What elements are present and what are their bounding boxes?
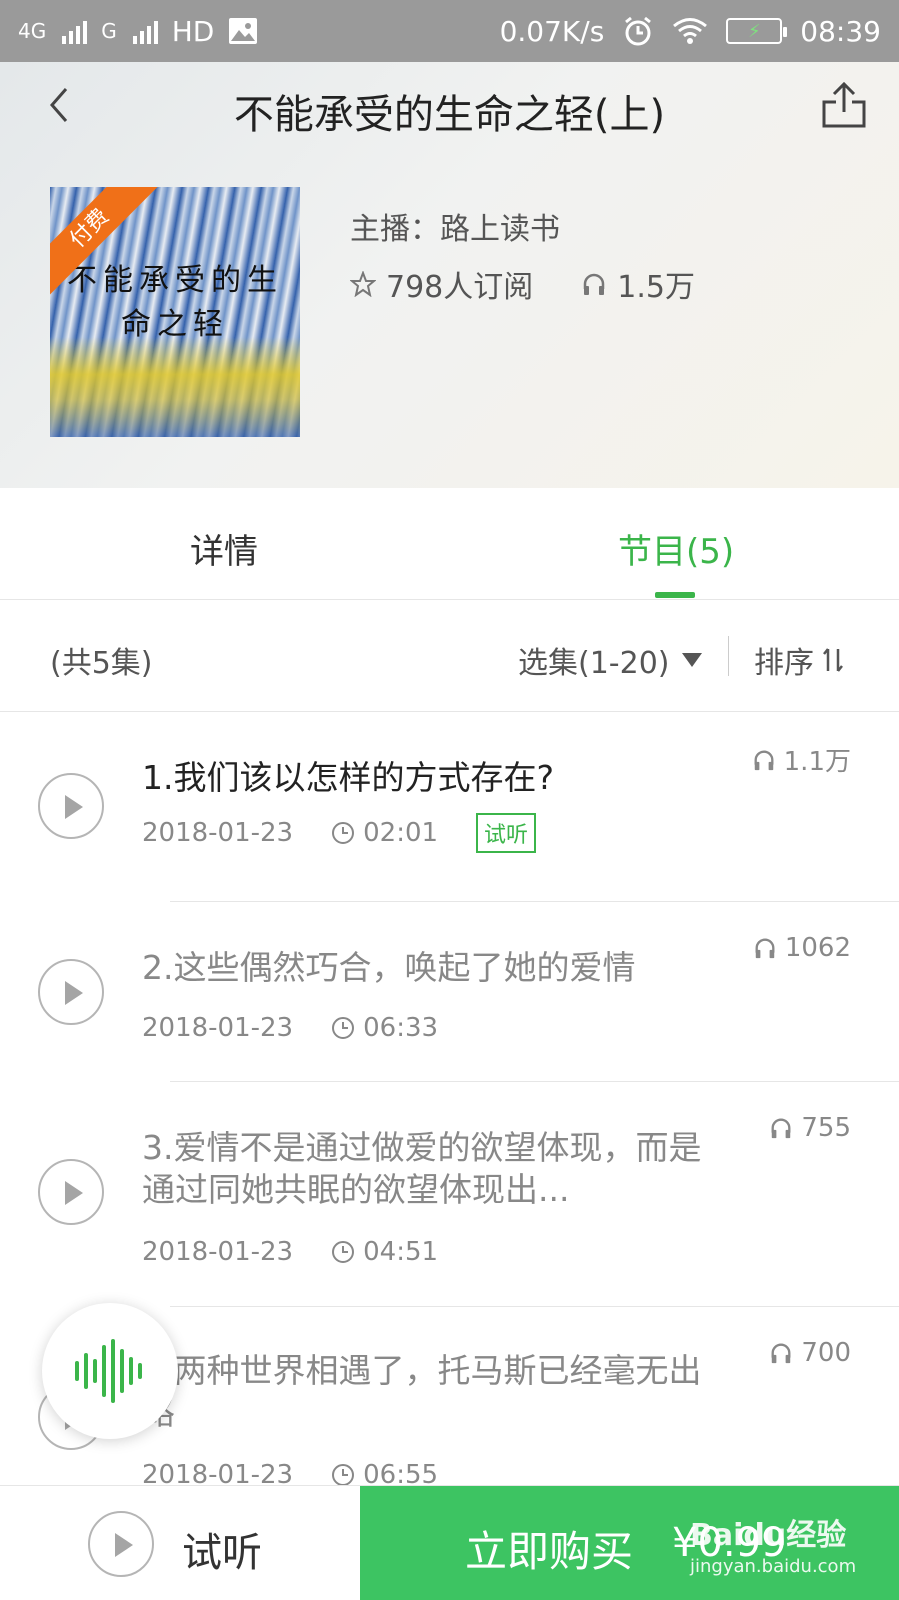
episode-duration: 06:55	[363, 1460, 439, 1485]
divider	[170, 1306, 899, 1307]
trial-badge: 试听	[476, 813, 537, 853]
episode-plays: 755	[769, 1113, 851, 1143]
dropdown-caret-icon	[681, 653, 702, 667]
episode-meta: 2018-01-23 06:55	[142, 1460, 438, 1485]
episode-range-label: 选集(1-20)	[518, 646, 670, 681]
share-icon[interactable]	[820, 80, 868, 130]
episode-total: (共5集)	[50, 646, 153, 681]
paid-badge: 付费	[50, 187, 170, 307]
watermark-url: jingyan.baidu.com	[690, 1556, 857, 1577]
status-bar: 4G G HD 0.07K/s ⚡ 08:39	[0, 0, 899, 62]
signal-icon-2	[132, 18, 158, 44]
play-icon[interactable]	[38, 1159, 104, 1225]
episode-title: 1.我们该以怎样的方式存在?	[142, 758, 555, 797]
headphones-icon	[755, 938, 775, 959]
battery-icon: ⚡	[726, 18, 788, 44]
star-icon	[350, 271, 376, 297]
episode-range-select[interactable]: 选集(1-20)	[518, 638, 702, 682]
episode-duration: 02:01	[363, 818, 439, 848]
episode-date: 2018-01-23	[142, 818, 294, 848]
anchor-name: 主播：路上读书	[350, 212, 560, 247]
trial-listen-button[interactable]: 试听	[0, 1486, 360, 1600]
signal-icon	[62, 18, 88, 44]
sort-label: 排序	[754, 646, 814, 681]
network-label-2: G	[101, 19, 117, 43]
image-icon	[229, 18, 258, 44]
headphones-icon	[771, 1118, 791, 1139]
active-tab-indicator	[655, 592, 695, 598]
net-speed: 0.07K/s	[499, 14, 605, 48]
play-icon[interactable]	[38, 959, 104, 1025]
headphones-icon	[771, 1343, 791, 1364]
episode-plays: 1062	[753, 933, 851, 963]
filter-bar: (共5集) 选集(1-20) 排序	[0, 600, 899, 712]
headphones-icon	[754, 750, 774, 770]
episode-duration: 06:33	[363, 1013, 439, 1043]
floating-player-button[interactable]	[42, 1303, 178, 1439]
divider	[170, 901, 899, 902]
play-count: 1.5万	[617, 270, 695, 305]
list-item[interactable]: 2.这些偶然巧合，唤起了她的爱情 2018-01-23 06:33 1062	[0, 903, 899, 1083]
clock-icon	[332, 1017, 355, 1039]
tab-bar: 详情 节目(5)	[0, 488, 899, 600]
divider	[170, 1081, 899, 1082]
tab-details[interactable]: 详情	[190, 524, 258, 573]
episode-meta: 2018-01-23 02:01 试听	[142, 813, 537, 853]
watermark: Baidu经验 jingyan.baidu.com	[690, 1510, 880, 1577]
episode-duration: 04:51	[363, 1237, 439, 1267]
sound-wave-icon	[75, 1339, 142, 1403]
album-stats: 798人订阅 1.5万	[350, 262, 695, 306]
episode-meta: 2018-01-23 04:51	[142, 1237, 438, 1267]
divider	[728, 636, 729, 676]
play-icon[interactable]	[38, 773, 104, 839]
tab-episodes[interactable]: 节目(5)	[618, 524, 734, 573]
list-item[interactable]: 3.爱情不是通过做爱的欲望体现，而是通过同她共眠的欲望体现出... 2018-0…	[0, 1083, 899, 1308]
headphones-icon	[584, 273, 605, 295]
sort-button[interactable]: 排序	[754, 638, 844, 682]
episode-date: 2018-01-23	[142, 1237, 294, 1267]
clock-icon	[332, 1464, 355, 1485]
page-title: 不能承受的生命之轻(上)	[233, 92, 666, 138]
trial-label: 试听	[182, 1530, 262, 1576]
network-label-1: 4G	[18, 19, 47, 43]
episode-title: 3.爱情不是通过做爱的欲望体现，而是通过同她共眠的欲望体现出...	[142, 1128, 702, 1209]
watermark-brand: Baidu经验	[690, 1518, 847, 1553]
list-item[interactable]: 1.我们该以怎样的方式存在? 2018-01-23 02:01 试听 1.1万	[0, 713, 899, 903]
episode-title: 4.两种世界相遇了，托马斯已经毫无出路	[142, 1351, 702, 1432]
buy-label: 立即购买	[465, 1527, 634, 1576]
episode-date: 2018-01-23	[142, 1013, 294, 1043]
episode-meta: 2018-01-23 06:33	[142, 1013, 438, 1043]
wifi-icon	[673, 18, 708, 44]
play-icon	[88, 1511, 154, 1577]
clock-icon	[332, 1241, 355, 1263]
episode-date: 2018-01-23	[142, 1460, 294, 1485]
episode-plays: 700	[769, 1338, 851, 1368]
hd-label: HD	[171, 14, 215, 48]
episode-title: 2.这些偶然巧合，唤起了她的爱情	[142, 948, 636, 987]
alarm-icon	[625, 16, 652, 46]
clock-time: 08:39	[800, 14, 881, 48]
episode-plays: 1.1万	[752, 741, 851, 778]
clock-icon	[332, 822, 355, 844]
sort-icon	[823, 648, 843, 672]
subscriber-count: 798人订阅	[386, 270, 534, 305]
